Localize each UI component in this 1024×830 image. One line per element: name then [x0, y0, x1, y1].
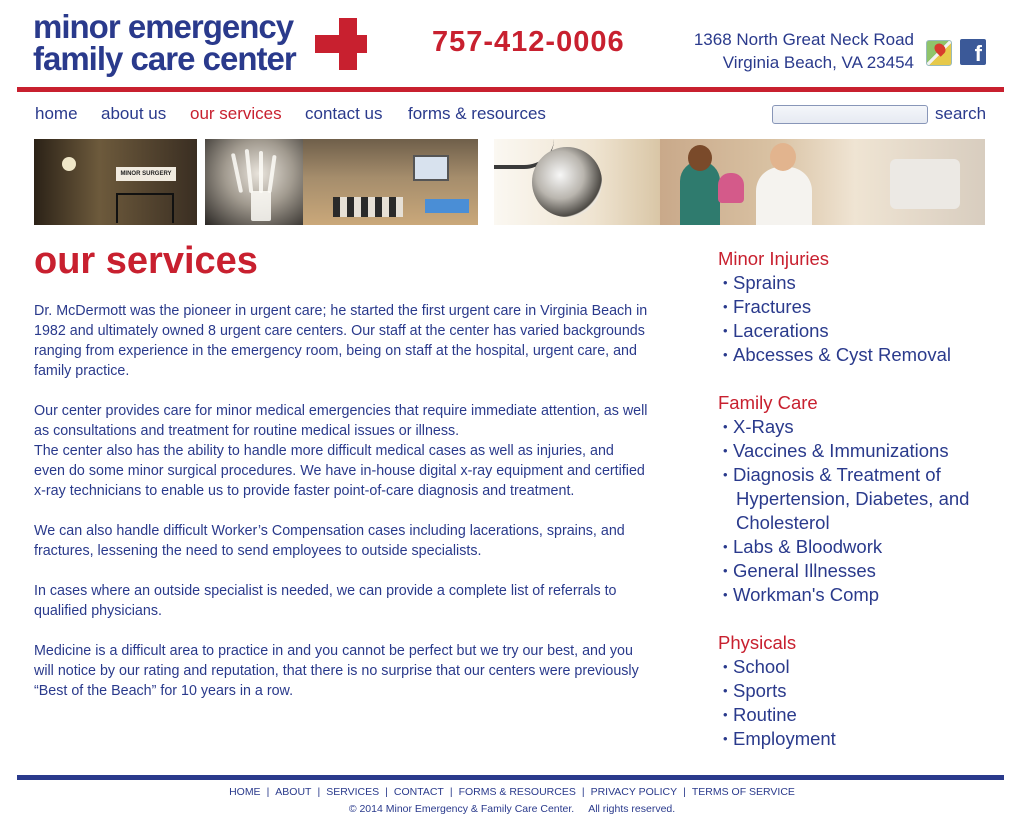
service-item[interactable]: Routine [718, 703, 1018, 727]
logo-text-line1: minor emergency [33, 8, 294, 45]
service-item[interactable]: Sports [718, 679, 1018, 703]
paragraph-workers-comp: We can also handle difficult Worker’s Co… [34, 523, 625, 559]
address: 1368 North Great Neck Road Virginia Beac… [694, 28, 914, 74]
site-header: minor emergency family care center 757-4… [0, 0, 1024, 92]
bone-shape [230, 153, 243, 193]
service-item-diagnosis[interactable]: Diagnosis & Treatment of Hypertension, D… [718, 463, 1018, 535]
bottles-shape [333, 197, 404, 217]
lab-workstation-photo [303, 139, 479, 225]
stethoscope-photo [494, 139, 660, 225]
mother-head-shape [687, 145, 712, 171]
bone-shape [258, 151, 263, 193]
bone-shape [250, 191, 271, 221]
physicals-list: School Sports Routine Employment [718, 655, 1018, 751]
service-item[interactable]: Lacerations [718, 319, 1018, 343]
footer-separator: | [581, 786, 585, 798]
bone-shape [244, 148, 253, 194]
bone-shape [266, 154, 277, 194]
service-item[interactable]: Vaccines & Immunizations [718, 439, 1018, 463]
copyright-text: © 2014 Minor Emergency & Family Care Cen… [348, 803, 676, 815]
footer-link-home[interactable]: HOME [229, 786, 261, 798]
footer-link-privacy-policy[interactable]: PRIVACY POLICY [591, 786, 678, 798]
facebook-icon[interactable]: f [960, 39, 986, 66]
footer-link-services[interactable]: SERVICES [326, 786, 379, 798]
foot-xray-photo [204, 139, 304, 225]
banner-images: MINOR SURGERY [34, 139, 986, 225]
minor-injuries-list: Sprains Fractures Lacerations Abcesses &… [718, 271, 1018, 367]
xray-equipment-shape [889, 159, 960, 209]
main-content: Dr. McDermott was the pioneer in urgent … [34, 301, 648, 721]
file-rack-shape [116, 193, 174, 223]
sidebar-heading-family-care: Family Care [718, 392, 818, 413]
monitor-shape [413, 155, 450, 181]
nav-forms-resources[interactable]: forms & resources [408, 104, 546, 124]
tray-shape [425, 199, 470, 213]
lamp-shape [62, 157, 76, 171]
google-maps-icon[interactable] [926, 40, 952, 66]
service-item[interactable]: Workman's Comp [718, 583, 1018, 607]
minor-surgery-sign: MINOR SURGERY [116, 167, 176, 181]
page-title: our services [34, 240, 258, 282]
stethoscope-shape [532, 147, 603, 217]
footer-separator: | [449, 786, 453, 798]
paragraph-capabilities: The center also has the ability to handl… [34, 443, 645, 499]
footer-link-contact[interactable]: CONTACT [394, 786, 444, 798]
footer-link-forms-resources[interactable]: FORMS & RESOURCES [459, 786, 576, 798]
phone-number[interactable]: 757-412-0006 [432, 26, 625, 59]
doctor-shape [755, 167, 812, 225]
site-logo[interactable]: minor emergency family care center [33, 8, 368, 78]
minor-surgery-room-photo: MINOR SURGERY [34, 139, 197, 225]
footer-separator: | [683, 786, 686, 798]
service-item[interactable]: X-Rays [718, 415, 1018, 439]
service-item[interactable]: Abcesses & Cyst Removal [718, 343, 1018, 367]
nav-contact-us[interactable]: contact us [305, 104, 383, 124]
search-button[interactable]: search [935, 104, 986, 124]
service-item[interactable]: Fractures [718, 295, 1018, 319]
service-item[interactable]: Sprains [718, 271, 1018, 295]
search-input[interactable] [772, 105, 928, 124]
footer-link-about[interactable]: ABOUT [275, 786, 311, 798]
address-line2: Virginia Beach, VA 23454 [722, 53, 914, 72]
map-pin-icon [932, 41, 948, 57]
service-item-line: Cholesterol [736, 512, 830, 533]
header-divider [17, 87, 1004, 92]
service-item-line: Diagnosis & Treatment of [733, 464, 941, 485]
address-line1: 1368 North Great Neck Road [693, 30, 914, 49]
footer-nav: HOME | ABOUT | SERVICES | CONTACT | FORMS & RESO… [0, 786, 1024, 798]
child-shape [717, 173, 744, 203]
nav-about-us[interactable]: about us [101, 104, 166, 124]
footer-link-terms-of-service[interactable]: TERMS OF SERVICE [692, 786, 795, 798]
paragraph-reputation: Medicine is a difficult area to practice… [34, 643, 639, 699]
footer-separator: | [266, 786, 270, 798]
service-item[interactable]: School [718, 655, 1018, 679]
sidebar-heading-minor-injuries: Minor Injuries [718, 248, 830, 269]
footer-separator: | [385, 786, 388, 798]
services-sidebar: Minor Injuries Sprains Fractures Lacerat… [718, 247, 1018, 775]
nav-our-services[interactable]: our services [190, 104, 282, 124]
footer-divider [17, 775, 1004, 780]
family-care-list: X-Rays Vaccines & Immunizations Diagnosi… [718, 415, 1018, 607]
doctor-head-shape [769, 143, 796, 171]
paragraph-history: Dr. McDermott was the pioneer in urgent … [34, 303, 648, 379]
logo-text-line2: family care center [33, 40, 297, 77]
paragraph-referrals: In cases where an outside specialist is … [34, 583, 617, 619]
service-item[interactable]: General Illnesses [718, 559, 1018, 583]
footer-separator: | [317, 786, 321, 798]
service-item[interactable]: Employment [718, 727, 1018, 751]
doctor-with-family-photo [659, 139, 986, 225]
service-item[interactable]: Labs & Bloodwork [718, 535, 1018, 559]
service-item-line: Hypertension, Diabetes, and [736, 488, 970, 509]
paragraph-care: Our center provides care for minor medic… [34, 403, 648, 439]
sidebar-heading-physicals: Physicals [718, 632, 797, 653]
nav-home[interactable]: home [35, 104, 78, 124]
red-cross-icon-bar [315, 35, 367, 53]
